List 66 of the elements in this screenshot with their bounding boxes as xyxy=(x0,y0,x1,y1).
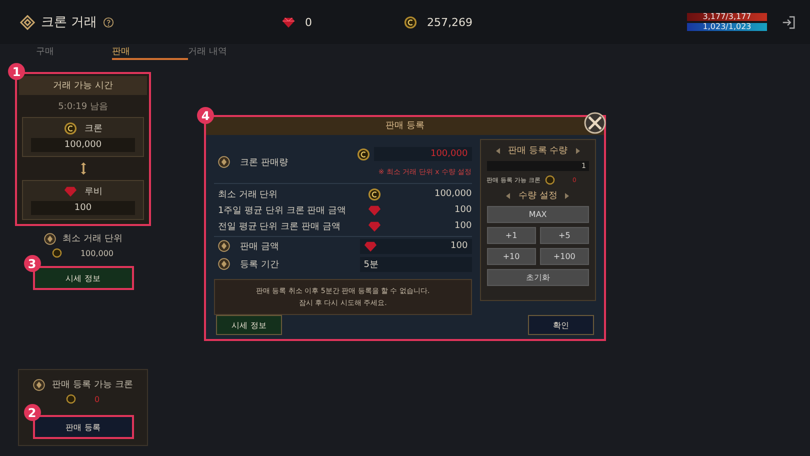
annotation-badge: 1 xyxy=(8,63,25,80)
window-title: 크론 거래 xyxy=(41,14,98,31)
exit-icon[interactable] xyxy=(781,14,796,30)
info-value: 100 xyxy=(454,221,472,231)
ruby-icon xyxy=(368,220,381,232)
quantity-button[interactable]: +10 xyxy=(486,248,536,265)
coin-icon xyxy=(64,122,76,135)
info-label: 1주일 평균 단위 크론 판매 금액 xyxy=(217,204,348,216)
annotation-badge: 2 xyxy=(24,404,40,421)
period-value: 5분 xyxy=(364,258,378,270)
tab[interactable]: 구매 xyxy=(36,44,112,60)
close-icon[interactable] xyxy=(584,112,606,134)
annotation-badge: 3 xyxy=(24,255,40,272)
emblem-icon xyxy=(44,232,56,244)
quantity-button[interactable]: +5 xyxy=(540,227,589,244)
ruby-icon xyxy=(364,240,377,252)
info-value: 100,000 xyxy=(434,189,472,199)
sellable-value: 0 xyxy=(94,394,100,404)
quantity-button[interactable]: +1 xyxy=(486,227,536,244)
coin-icon xyxy=(356,148,370,160)
period-label: 등록 기간 xyxy=(240,258,279,270)
mana-value: 1,023/1,023 xyxy=(702,23,752,31)
coin-icon xyxy=(404,16,417,28)
remaining-time: 5:0:19 남음 xyxy=(58,101,108,114)
confirm-button[interactable]: 확인 xyxy=(528,315,594,335)
info-label: 전일 평균 단위 크론 판매 금액 xyxy=(217,220,342,232)
help-icon[interactable] xyxy=(103,16,114,28)
emblem-icon xyxy=(33,378,46,390)
info-value: 100 xyxy=(454,205,472,215)
currency-label: 크론 xyxy=(84,123,102,135)
diamond-icon xyxy=(20,14,35,30)
quantity-button[interactable]: MAX xyxy=(486,206,589,223)
panel-title: 거래 가능 시간 xyxy=(19,76,147,95)
sale-amount-field[interactable]: 100,000 xyxy=(374,147,472,161)
emblem-icon xyxy=(218,156,230,168)
price-value: 100 xyxy=(450,241,468,251)
sale-amount-label: 크론 판매량 xyxy=(240,156,288,168)
ruby-icon xyxy=(64,185,76,198)
exchange-value: 100,000 xyxy=(31,138,135,152)
coin-icon xyxy=(66,394,76,404)
info-label: 최소 거래 단위 xyxy=(217,188,279,200)
ruby-icon xyxy=(282,16,295,28)
tab[interactable]: 판매 xyxy=(112,44,188,60)
emblem-icon xyxy=(218,240,230,252)
min-unit-label: 최소 거래 단위 xyxy=(62,233,122,245)
exchange-value: 100 xyxy=(31,201,135,215)
crone-amount: 257,269 xyxy=(427,16,472,28)
quantity-title: 판매 등록 수량 xyxy=(508,145,568,157)
annotation-badge: 4 xyxy=(197,107,214,124)
coin-icon xyxy=(52,248,62,258)
coin-icon xyxy=(545,175,556,185)
currency-label: 루비 xyxy=(84,186,102,198)
health-value: 3,177/3,177 xyxy=(702,13,752,21)
ruby-icon xyxy=(368,204,381,216)
price-info-button[interactable]: 시세 정보 xyxy=(216,315,282,335)
quantity-button[interactable]: +100 xyxy=(540,248,589,265)
ruby-amount: 0 xyxy=(305,16,312,28)
min-unit-value: 100,000 xyxy=(80,248,114,258)
sellable-label: 판매 등록 가능 크론 xyxy=(52,379,133,391)
settings-title: 수량 설정 xyxy=(518,190,558,202)
price-label: 판매 금액 xyxy=(240,240,279,252)
tab[interactable]: 거래 내역 xyxy=(188,44,264,60)
swap-arrow-icon xyxy=(80,161,86,176)
emblem-icon xyxy=(218,258,230,270)
coin-icon xyxy=(368,188,381,200)
quantity-button[interactable]: 초기화 xyxy=(486,269,589,286)
